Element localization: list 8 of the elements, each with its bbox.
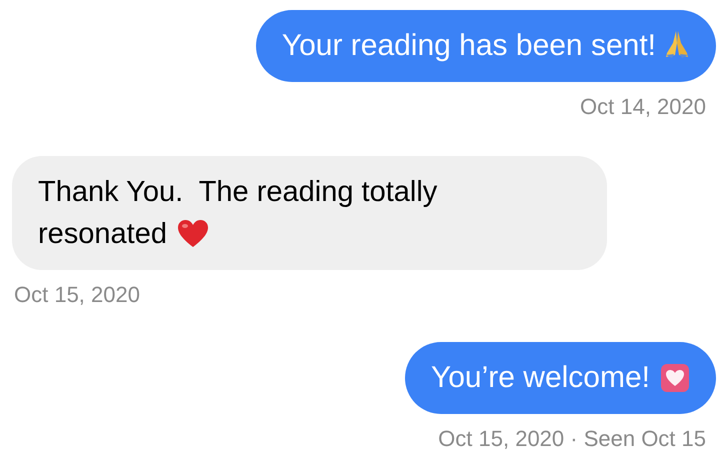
praying-hands-icon [664, 29, 690, 59]
message-timestamp: Oct 15, 2020 [14, 282, 140, 308]
message-bubble: You’re welcome! [404, 342, 716, 414]
message-bubble: Your reading has been sent! [256, 10, 716, 82]
message-timestamp: Oct 15, 2020 · Seen Oct 15 [438, 426, 706, 452]
heart-icon [177, 219, 209, 249]
message-timestamp: Oct 14, 2020 [580, 94, 706, 120]
message-bubble: Thank You. The reading totally resonated [12, 156, 607, 270]
